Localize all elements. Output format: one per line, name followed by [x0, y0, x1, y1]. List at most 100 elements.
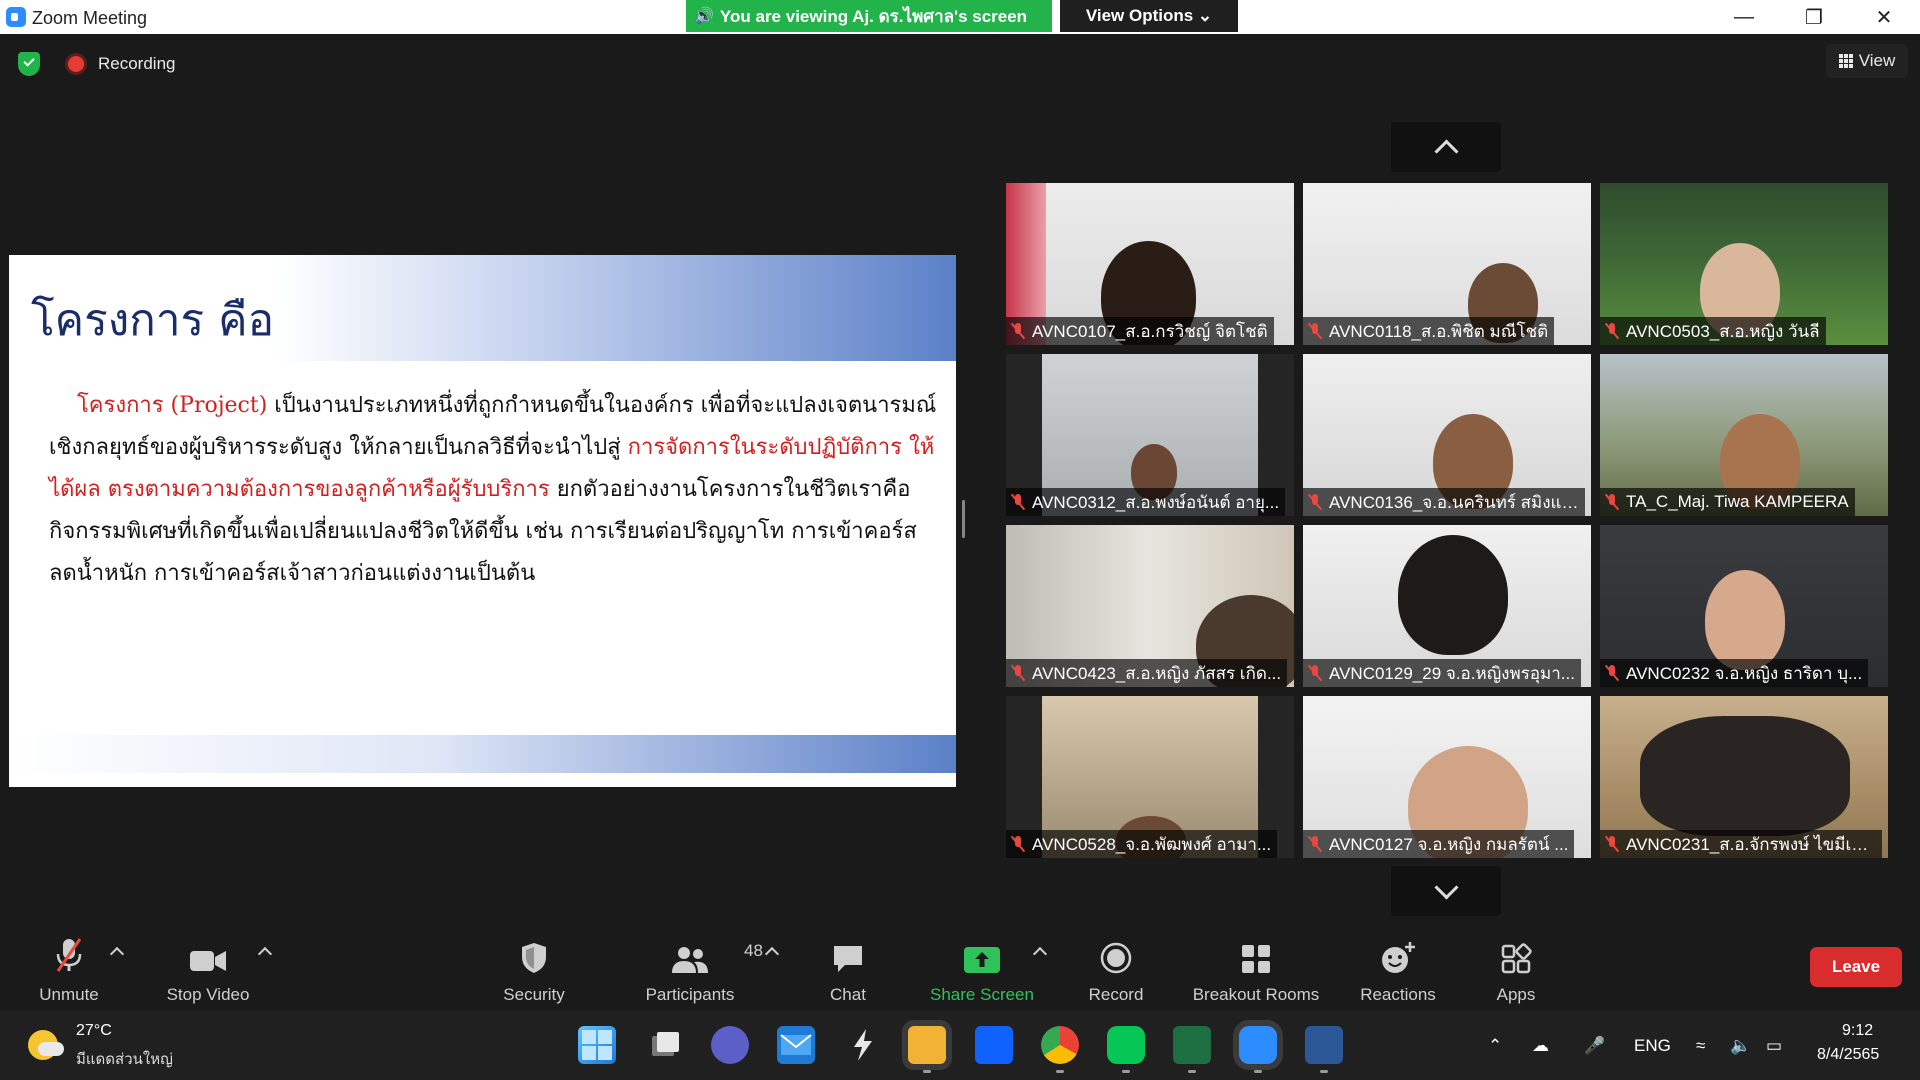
running-indicator	[1320, 1070, 1328, 1073]
participant-tile[interactable]: AVNC0423_ส.อ.หญิง ภัสสร เกิด...	[1006, 525, 1294, 687]
security-label: Security	[503, 985, 565, 1004]
splitter-handle[interactable]	[962, 500, 965, 538]
record-button[interactable]: Record	[1080, 935, 1152, 1020]
running-indicator	[1254, 1070, 1262, 1073]
security-button[interactable]: Security	[496, 935, 572, 1020]
mail-icon[interactable]	[777, 1026, 815, 1064]
restore-icon[interactable]: ❐	[1784, 0, 1844, 34]
participant-tile[interactable]: AVNC0231_ส.อ.จักรพงษ์ ไขมีเพ...	[1600, 696, 1888, 858]
video-camera-icon	[190, 951, 226, 971]
running-indicator	[1056, 1070, 1064, 1073]
windows-start-icon[interactable]	[578, 1026, 616, 1064]
participant-tile[interactable]: TA_C_Maj. Tiwa KAMPEERA	[1600, 354, 1888, 516]
breakout-rooms-icon	[1242, 945, 1270, 973]
chevron-down-icon	[1433, 874, 1459, 900]
share-screen-button[interactable]: Share Screen	[922, 935, 1042, 1020]
slide-title: โครงการ คือ	[31, 295, 275, 346]
leave-button[interactable]: Leave	[1810, 947, 1902, 987]
participant-name: TA_C_Maj. Tiwa KAMPEERA	[1626, 492, 1849, 511]
record-label: Record	[1088, 985, 1144, 1004]
word-icon[interactable]	[1305, 1026, 1343, 1064]
participant-name: AVNC0136_จ.อ.นครินทร์ สมิงแก้ว	[1329, 492, 1579, 512]
share-screen-icon	[964, 947, 1000, 973]
muted-mic-icon	[1604, 835, 1620, 853]
participant-tile[interactable]: AVNC0136_จ.อ.นครินทร์ สมิงแก้ว	[1303, 354, 1591, 516]
microphone-tray-icon[interactable]: 🎤	[1584, 1036, 1605, 1056]
muted-mic-icon	[1010, 493, 1026, 511]
weather-description: มีแดดส่วนใหญ่	[76, 1051, 173, 1068]
participant-tile[interactable]: AVNC0127 จ.อ.หญิง กมลรัตน์ ...	[1303, 696, 1591, 858]
muted-mic-icon	[1604, 664, 1620, 682]
excel-icon[interactable]	[1173, 1026, 1211, 1064]
unmute-button[interactable]: Unmute	[28, 935, 110, 1020]
participant-name: AVNC0503_ส.อ.หญิง วันลี	[1626, 321, 1820, 341]
battery-icon[interactable]: ▭	[1766, 1036, 1782, 1056]
participant-name: AVNC0107_ส.อ.กรวิชญ์ จิตโชติ	[1032, 321, 1268, 341]
apps-icon	[1501, 943, 1532, 974]
onedrive-cloud-icon[interactable]: ☁	[1532, 1036, 1549, 1056]
gallery-view-button[interactable]: View	[1826, 44, 1908, 78]
teams-chat-icon[interactable]	[711, 1026, 749, 1064]
speaker-icon: 🔊	[694, 8, 714, 25]
close-icon[interactable]: ✕	[1854, 0, 1914, 34]
participant-tile[interactable]: AVNC0503_ส.อ.หญิง วันลี	[1600, 183, 1888, 345]
participant-name: AVNC0118_ส.อ.พิชิต มณีโชติ	[1329, 321, 1549, 341]
minimize-icon[interactable]: —	[1714, 0, 1774, 34]
taskbar-date[interactable]: 8/4/2565	[1817, 1046, 1879, 1064]
weather-temperature: 27°C	[76, 1022, 112, 1039]
participant-tile[interactable]: AVNC0232 จ.อ.หญิง ธาริดา บุ...	[1600, 525, 1888, 687]
muted-mic-icon	[1307, 835, 1323, 853]
muted-mic-icon	[1010, 322, 1026, 340]
chat-button[interactable]: Chat	[812, 935, 884, 1020]
participant-name: AVNC0312_ส.อ.พงษ์อนันต์ อายุ...	[1032, 492, 1280, 512]
unmute-label: Unmute	[39, 985, 99, 1004]
chrome-icon[interactable]	[1041, 1026, 1079, 1064]
participant-name: AVNC0423_ส.อ.หญิง ภัสสร เกิด...	[1032, 663, 1282, 683]
muted-mic-icon	[1307, 322, 1323, 340]
encryption-shield-icon[interactable]	[18, 52, 40, 76]
line-icon[interactable]	[1107, 1026, 1145, 1064]
window-title: Zoom Meeting	[32, 8, 148, 28]
running-indicator	[1188, 1070, 1196, 1073]
participant-tile[interactable]: AVNC0107_ส.อ.กรวิชญ์ จิตโชติ	[1006, 183, 1294, 345]
viewing-screen-banner: 🔊 You are viewing Aj. ดร.ไพศาล's screen	[686, 0, 1052, 32]
app-bolt-icon[interactable]	[844, 1026, 882, 1064]
file-explorer-icon[interactable]	[908, 1026, 946, 1064]
grid-icon	[1838, 54, 1853, 68]
gallery-prev-page-button[interactable]	[1391, 122, 1501, 172]
reactions-label: Reactions	[1360, 985, 1436, 1004]
breakout-rooms-label: Breakout Rooms	[1192, 985, 1320, 1004]
breakout-rooms-button[interactable]: Breakout Rooms	[1186, 935, 1326, 1020]
chat-icon	[834, 946, 862, 972]
input-language[interactable]: ENG	[1634, 1036, 1671, 1056]
participant-tile[interactable]: AVNC0312_ส.อ.พงษ์อนันต์ อายุ...	[1006, 354, 1294, 516]
participant-name: AVNC0127 จ.อ.หญิง กมลรัตน์ ...	[1329, 834, 1569, 854]
wifi-icon[interactable]: ≈	[1696, 1036, 1705, 1056]
dropbox-icon[interactable]	[975, 1026, 1013, 1064]
shield-icon	[522, 943, 546, 973]
zoom-taskbar-icon[interactable]	[1239, 1026, 1277, 1064]
participant-tile[interactable]: AVNC0118_ส.อ.พิชิต มณีโชติ	[1303, 183, 1591, 345]
chat-label: Chat	[830, 985, 866, 1004]
participant-name: AVNC0232 จ.อ.หญิง ธาริดา บุ...	[1626, 663, 1863, 683]
view-options-button[interactable]: View Options ⌄	[1060, 0, 1238, 32]
participant-tile[interactable]: AVNC0129_29 จ.อ.หญิงพรอุมา...	[1303, 525, 1591, 687]
taskbar-time[interactable]: 9:12	[1842, 1022, 1873, 1040]
share-screen-label: Share Screen	[930, 985, 1034, 1004]
volume-icon[interactable]: 🔈	[1730, 1036, 1751, 1056]
reactions-icon	[1382, 942, 1415, 973]
reactions-button[interactable]: Reactions	[1354, 935, 1442, 1020]
apps-button[interactable]: Apps	[1484, 935, 1548, 1020]
gallery-next-page-button[interactable]	[1391, 866, 1501, 916]
stop-video-button[interactable]: Stop Video	[160, 935, 256, 1020]
participants-button[interactable]: 48 Participants	[640, 935, 763, 1020]
muted-mic-icon	[1010, 835, 1026, 853]
show-hidden-icons-icon[interactable]: ⌃	[1488, 1036, 1502, 1056]
participant-tile[interactable]: AVNC0528_จ.อ.พัฒพงศ์ อามา...	[1006, 696, 1294, 858]
apps-label: Apps	[1496, 985, 1536, 1004]
active-indicator	[923, 1070, 931, 1073]
participants-icon	[672, 947, 708, 973]
weather-icon[interactable]	[28, 1030, 64, 1060]
slide-lead-term: โครงการ (Project)	[76, 393, 268, 418]
task-view-icon[interactable]	[646, 1026, 684, 1064]
